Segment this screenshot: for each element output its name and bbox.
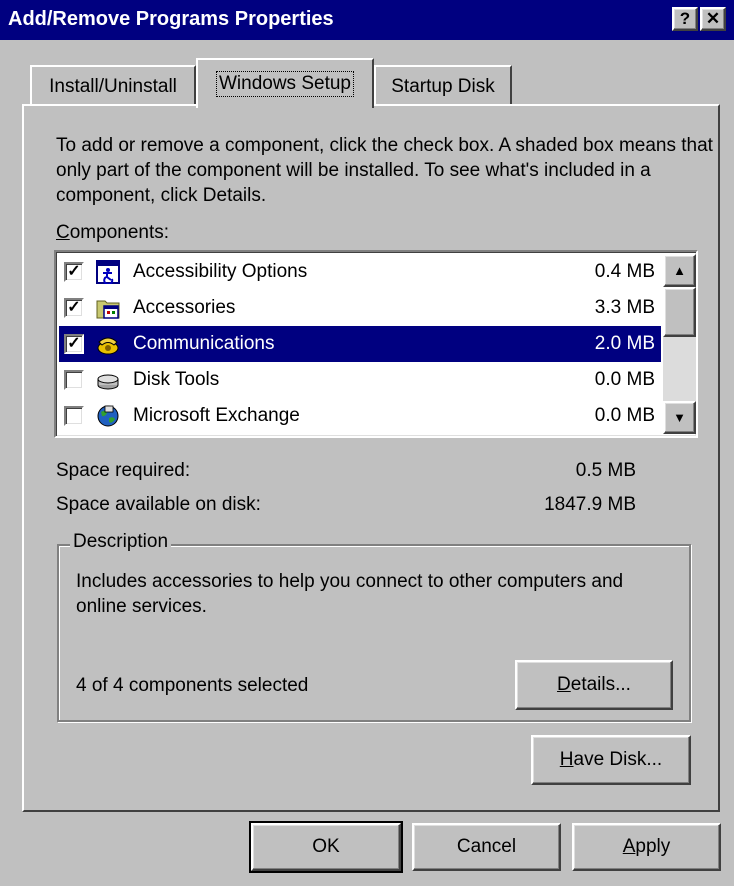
list-item[interactable]: ✓ Accessibility Options 0.4 MB (59, 254, 661, 290)
communications-icon (97, 337, 119, 355)
component-checkbox[interactable] (64, 406, 84, 426)
have-disk-button-label: Have Disk... (559, 749, 663, 770)
exchange-icon (97, 405, 119, 427)
vertical-scrollbar[interactable]: ▲ ▼ (663, 254, 696, 434)
cancel-button[interactable]: Cancel (412, 823, 561, 871)
title-bar[interactable]: Add/Remove Programs Properties ? ✕ (0, 0, 734, 40)
component-size: 0.0 MB (594, 405, 655, 426)
components-list[interactable]: ✓ Accessibility Options 0.4 MB ✓ Accesso… (54, 250, 698, 438)
intro-text: To add or remove a component, click the … (56, 135, 713, 206)
space-available-value: 1847.9 MB (544, 494, 636, 515)
list-item[interactable]: ✓ Accessories 3.3 MB (59, 290, 661, 326)
scroll-thumb[interactable] (663, 287, 696, 337)
tab-install-uninstall[interactable]: Install/Uninstall (30, 65, 196, 106)
tab-windows-setup-label: Windows Setup (215, 71, 355, 97)
description-legend: Description (70, 531, 172, 553)
space-required-label: Space required: (56, 460, 191, 481)
component-checkbox[interactable]: ✓ (64, 262, 84, 282)
list-item[interactable]: Disk Tools 0.0 MB (59, 362, 661, 398)
components-label: Components: (56, 222, 170, 243)
close-button[interactable]: ✕ (700, 7, 726, 31)
selection-count: 4 of 4 components selected (76, 675, 309, 696)
component-name: Accessibility Options (133, 261, 308, 282)
list-item[interactable]: Microsoft Exchange 0.0 MB (59, 398, 661, 434)
component-size: 3.3 MB (594, 297, 655, 318)
arrow-down-icon: ▼ (673, 410, 686, 425)
space-available-label: Space available on disk: (56, 494, 261, 515)
arrow-up-icon: ▲ (673, 263, 686, 278)
have-disk-button[interactable]: Have Disk... (531, 735, 691, 785)
component-name: Microsoft Exchange (133, 405, 300, 426)
component-name: Accessories (133, 297, 236, 318)
details-button-label: Details... (557, 674, 631, 695)
details-button[interactable]: Details... (515, 660, 673, 710)
description-text: Includes accessories to help you connect… (76, 571, 624, 617)
apply-button[interactable]: Apply (572, 823, 721, 871)
disk-tools-icon (97, 374, 119, 390)
component-checkbox[interactable]: ✓ (64, 298, 84, 318)
tab-windows-setup[interactable]: Windows Setup (196, 58, 374, 108)
component-size: 2.0 MB (594, 333, 655, 354)
component-size: 0.4 MB (594, 261, 655, 282)
ok-button[interactable]: OK (249, 821, 403, 873)
component-name: Disk Tools (133, 369, 220, 390)
tab-startup-disk[interactable]: Startup Disk (374, 65, 512, 106)
component-size: 0.0 MB (594, 369, 655, 390)
space-required-value: 0.5 MB (575, 460, 636, 481)
window-title: Add/Remove Programs Properties (8, 8, 334, 30)
close-icon: ✕ (705, 9, 721, 28)
scroll-down-button[interactable]: ▼ (663, 401, 696, 434)
component-name: Communications (133, 333, 275, 354)
apply-button-label: Apply (622, 836, 671, 857)
help-button[interactable]: ? (672, 7, 698, 31)
component-checkbox[interactable]: ✓ (64, 334, 84, 354)
accessories-icon (96, 300, 120, 319)
component-checkbox[interactable] (64, 370, 84, 390)
accessibility-icon (96, 260, 120, 284)
list-item-selected[interactable]: ✓ Communications 2.0 MB (59, 326, 661, 362)
scroll-up-button[interactable]: ▲ (663, 254, 696, 287)
